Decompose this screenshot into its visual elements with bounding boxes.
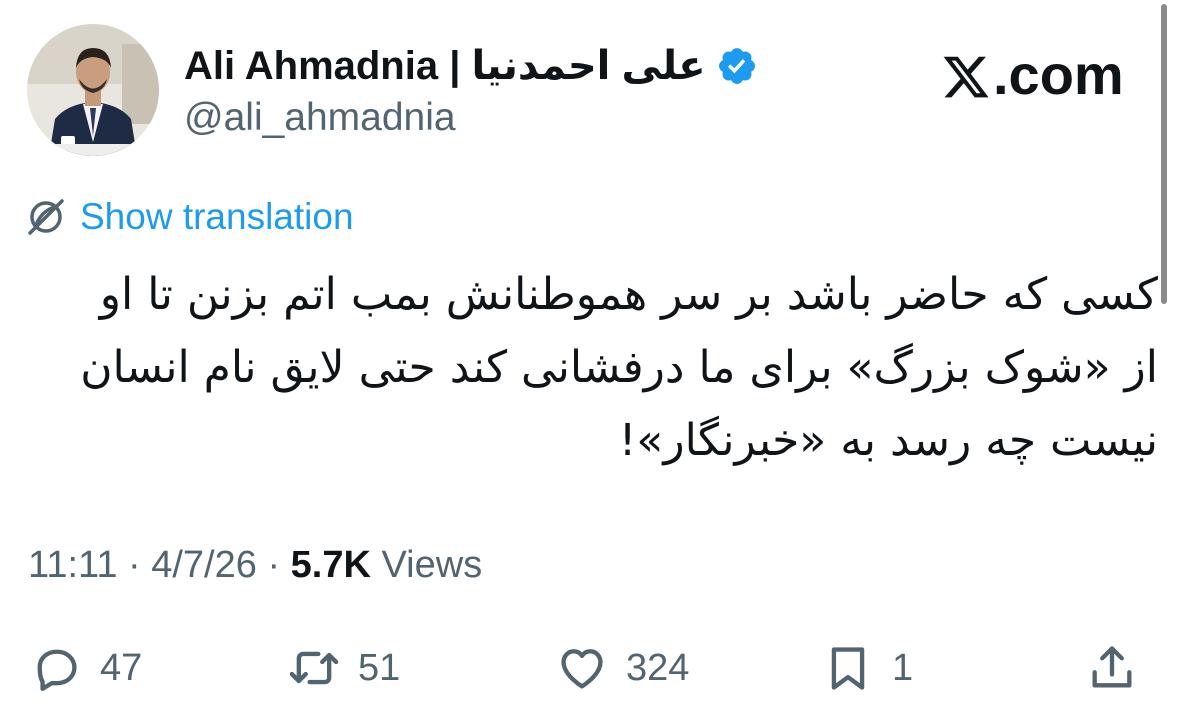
meta-separator: · — [128, 544, 141, 586]
author-handle[interactable]: @ali_ahmadnia — [184, 96, 456, 140]
tweet-line: از «شوک بزرگ» برای ما درفشانی کند حتی لا… — [80, 342, 1158, 393]
bookmark-button[interactable]: 1 — [822, 636, 913, 700]
share-icon — [1086, 642, 1138, 694]
brand-domain: .com — [993, 43, 1124, 106]
globe-translate-icon — [26, 197, 66, 237]
bookmark-icon — [822, 642, 874, 694]
author-display-name[interactable]: Ali Ahmadnia | علی احمدنیا — [184, 43, 706, 89]
bookmark-count: 1 — [892, 646, 914, 689]
show-translation-label[interactable]: Show translation — [80, 196, 354, 238]
tweet-date[interactable]: 4/7/26 — [151, 544, 257, 586]
verified-badge-icon[interactable] — [716, 45, 758, 87]
heart-icon — [556, 642, 608, 694]
avatar[interactable] — [27, 24, 159, 156]
like-count: 324 — [626, 646, 690, 689]
tweet-text: کسی که حاضر باشد بر سر هموطنانش بمب اتم … — [22, 258, 1158, 477]
reply-count: 47 — [100, 646, 143, 689]
tweet-line: نیست چه رسد به «خبرنگار»! — [618, 415, 1158, 466]
tweet-card: Ali Ahmadnia | علی احمدنیا @ali_ahmadnia… — [0, 0, 1179, 709]
tweet-line: کسی که حاضر باشد بر سر هموطنانش بمب اتم … — [99, 269, 1158, 320]
views-count[interactable]: 5.7K — [291, 544, 371, 586]
action-bar: 47 51 324 1 — [0, 636, 1179, 700]
brand-watermark: .com — [941, 42, 1124, 107]
repost-icon — [288, 642, 340, 694]
share-button[interactable] — [1086, 636, 1138, 700]
reply-icon — [30, 642, 82, 694]
show-translation-button[interactable]: Show translation — [26, 196, 354, 238]
like-button[interactable]: 324 — [556, 636, 689, 700]
tweet-meta: 11:11 · 4/7/26 · 5.7K Views — [28, 544, 482, 587]
avatar-image — [27, 24, 159, 156]
reply-button[interactable]: 47 — [30, 636, 142, 700]
views-label[interactable]: Views — [382, 544, 483, 586]
repost-button[interactable]: 51 — [288, 636, 400, 700]
meta-separator: · — [267, 544, 281, 586]
scrollbar[interactable] — [1161, 4, 1167, 304]
x-logo-icon — [941, 50, 991, 100]
tweet-time[interactable]: 11:11 — [28, 544, 117, 586]
repost-count: 51 — [358, 646, 401, 689]
author-name-row[interactable]: Ali Ahmadnia | علی احمدنیا — [184, 40, 758, 92]
